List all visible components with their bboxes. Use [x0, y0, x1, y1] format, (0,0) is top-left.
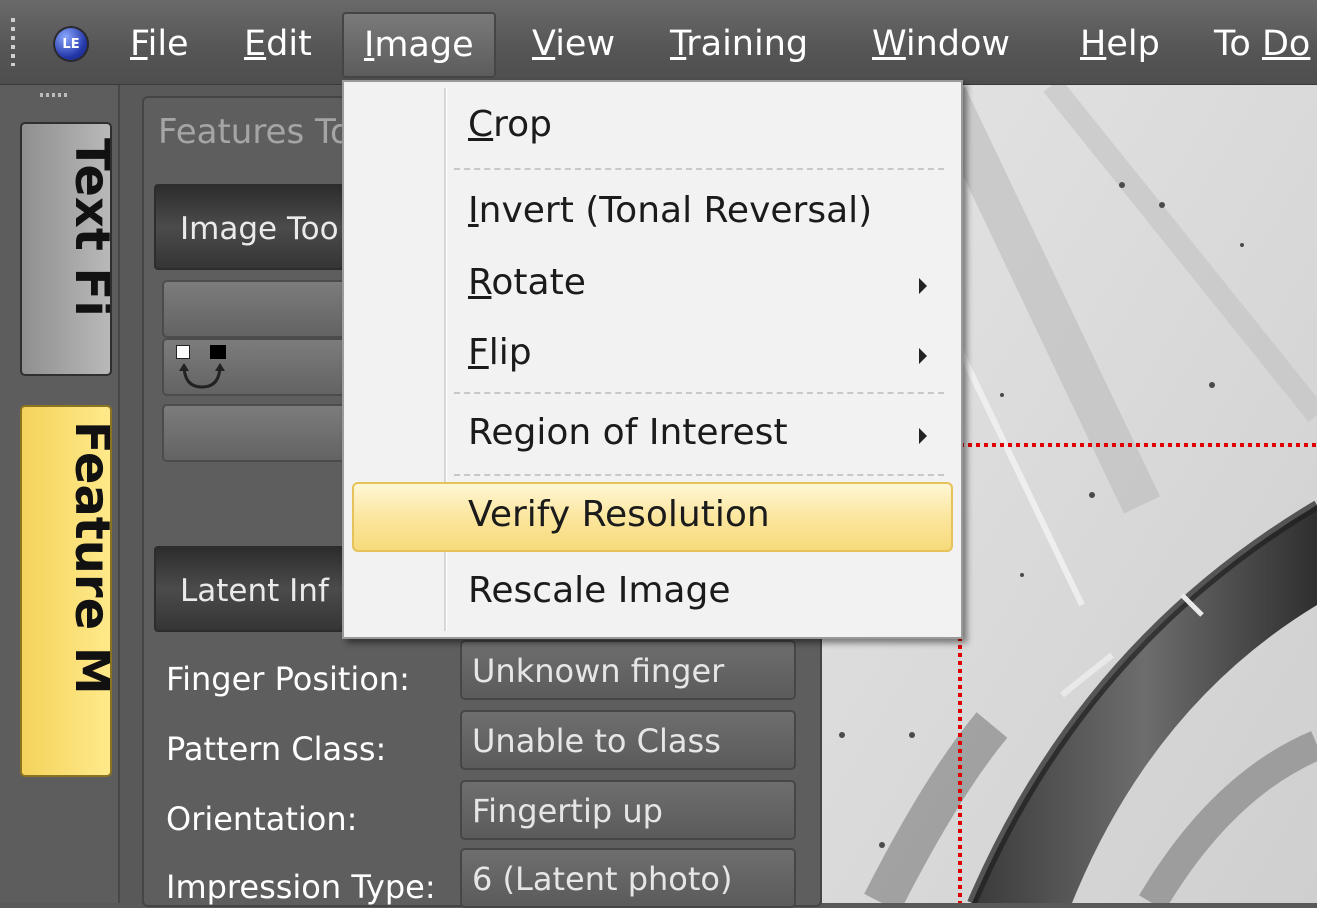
- menu-file-mnemonic: F: [130, 24, 148, 64]
- toolbar-grip-handle[interactable]: [11, 18, 15, 66]
- color-swap-icon[interactable]: [176, 345, 230, 395]
- menu-item-region-of-interest[interactable]: Region of Interest: [468, 412, 788, 453]
- panel-title: Features To: [158, 112, 351, 152]
- menu-training-rest: raining: [686, 24, 809, 64]
- image-tool-button-3[interactable]: [162, 404, 366, 462]
- menu-window[interactable]: Window: [872, 18, 1010, 70]
- menu-help-mnemonic: H: [1080, 24, 1107, 64]
- menu-item-flip-mnemonic: F: [468, 332, 489, 373]
- menu-item-invert-rest: nvert (Tonal Reversal): [478, 190, 873, 231]
- orientation-field[interactable]: Fingertip up: [460, 780, 796, 840]
- menu-item-verify-label: Verify Resolution: [468, 494, 770, 535]
- menu-image-rest: mage: [374, 25, 474, 65]
- menu-item-crop-rest: rop: [493, 104, 553, 145]
- finger-position-label: Finger Position:: [166, 660, 410, 698]
- finger-position-field[interactable]: Unknown finger: [460, 640, 796, 700]
- menu-view[interactable]: View: [532, 18, 615, 70]
- impression-type-field[interactable]: 6 (Latent photo): [460, 848, 796, 908]
- strip-grip-handle[interactable]: [40, 93, 70, 97]
- menu-view-rest: iew: [555, 24, 616, 64]
- menu-todo-pre: To: [1214, 24, 1262, 64]
- menu-item-flip-rest: lip: [488, 332, 532, 373]
- menu-window-mnemonic: W: [872, 24, 906, 64]
- menu-training-mnemonic: T: [670, 24, 687, 64]
- menu-todo-mnemonic: Do: [1261, 24, 1311, 64]
- tab-text-file[interactable]: Text Fi: [20, 122, 112, 376]
- menu-item-flip[interactable]: Flip: [468, 332, 532, 373]
- swap-arrows-icon: [179, 363, 225, 389]
- menu-help-rest: elp: [1106, 24, 1160, 64]
- menu-separator-3: [454, 474, 944, 476]
- submenu-arrow-icon: [919, 428, 927, 444]
- submenu-arrow-icon: [919, 278, 927, 294]
- menu-bar: LE File Edit Image View Training Window …: [0, 0, 1317, 85]
- orientation-label: Orientation:: [166, 800, 358, 838]
- impression-type-label: Impression Type:: [166, 868, 436, 906]
- menu-separator-2: [454, 392, 944, 394]
- menu-training[interactable]: Training: [670, 18, 808, 70]
- pattern-class-label: Pattern Class:: [166, 730, 387, 768]
- menu-item-invert[interactable]: Invert (Tonal Reversal): [468, 190, 872, 231]
- menu-file-rest: ile: [147, 24, 189, 64]
- menu-item-crop[interactable]: Crop: [468, 104, 552, 145]
- image-tool-button-1[interactable]: [162, 280, 366, 338]
- tab-text-file-label: Text Fi: [64, 138, 112, 317]
- menu-edit-rest: dit: [266, 24, 312, 64]
- menu-item-rotate[interactable]: Rotate: [468, 262, 586, 303]
- menu-edit-mnemonic: E: [244, 24, 267, 64]
- menu-item-rotate-rest: otate: [491, 262, 586, 303]
- menu-help[interactable]: Help: [1080, 18, 1160, 70]
- menu-image[interactable]: Image: [342, 12, 496, 78]
- menu-edit[interactable]: Edit: [244, 18, 312, 70]
- menu-item-rescale-label: Rescale Image: [468, 570, 731, 611]
- submenu-arrow-icon: [919, 348, 927, 364]
- pattern-class-field[interactable]: Unable to Class: [460, 710, 796, 770]
- menu-item-rotate-mnemonic: R: [468, 262, 492, 303]
- menu-view-mnemonic: V: [532, 24, 556, 64]
- menu-item-roi-label: Region of Interest: [468, 412, 788, 453]
- menu-todo[interactable]: To Do: [1214, 18, 1310, 70]
- menu-separator-1: [454, 168, 944, 170]
- tab-feature-markup-label: Feature M: [64, 421, 112, 695]
- image-menu-dropdown: Crop Invert (Tonal Reversal) Rotate Flip…: [342, 80, 963, 639]
- menu-item-verify-resolution[interactable]: Verify Resolution: [468, 494, 770, 535]
- menu-item-crop-mnemonic: C: [468, 104, 494, 145]
- menu-item-rescale-image[interactable]: Rescale Image: [468, 570, 731, 611]
- menu-image-mnemonic: I: [364, 25, 375, 65]
- menu-item-invert-mnemonic: I: [468, 190, 479, 231]
- menu-file[interactable]: File: [130, 18, 189, 70]
- menu-window-rest: indow: [905, 24, 1011, 64]
- app-logo-icon[interactable]: LE: [53, 26, 89, 62]
- tab-feature-markup[interactable]: Feature M: [20, 405, 112, 777]
